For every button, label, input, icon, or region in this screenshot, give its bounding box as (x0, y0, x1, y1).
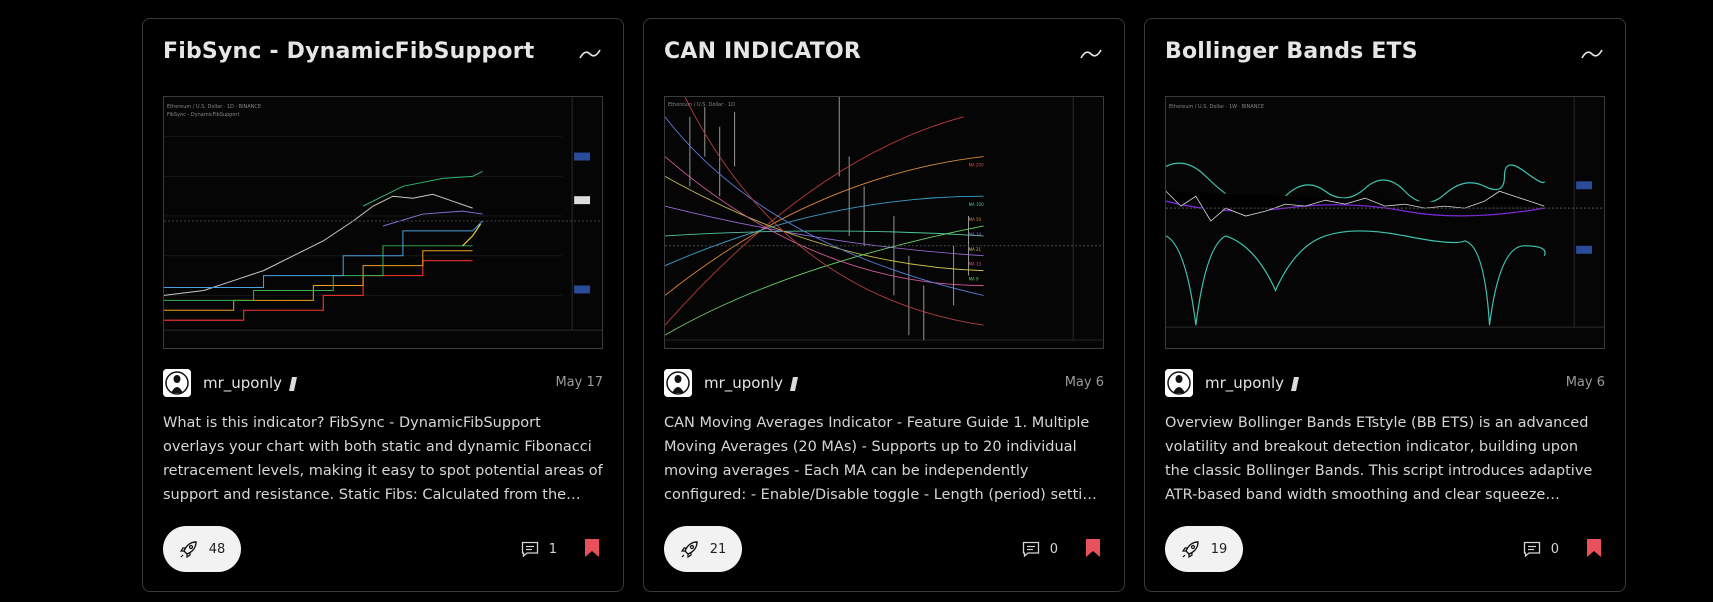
comment-count: 0 (1049, 542, 1058, 557)
card-description[interactable]: CAN Moving Averages Indicator - Feature … (664, 411, 1104, 507)
author-name[interactable]: mr_uponly (704, 374, 783, 392)
comment-icon (1523, 541, 1540, 558)
svg-text:Ethereum / U.S. Dollar · 1W ·: Ethereum / U.S. Dollar · 1W · BINANCE (1169, 104, 1264, 110)
script-card[interactable]: Bollinger Bands ETS Ethereum / U.S. Doll… (1144, 18, 1626, 592)
svg-text:MA 13: MA 13 (969, 262, 982, 267)
author-row: mr_uponly May 6 (664, 369, 1104, 399)
script-cards-row: FibSync - DynamicFibSupport Ethereum / U… (142, 18, 1626, 592)
rocket-icon (1181, 541, 1199, 559)
trend-icon[interactable] (579, 47, 601, 61)
bb-chart-preview: Ethereum / U.S. Dollar · 1W · BINANCE (1166, 97, 1604, 348)
comment-icon (1022, 541, 1039, 558)
avatar[interactable] (163, 369, 191, 397)
pencil-icon (289, 377, 297, 391)
script-card[interactable]: FibSync - DynamicFibSupport Ethereum / U… (142, 18, 624, 592)
comment-count: 1 (548, 542, 557, 557)
pencil-icon (1291, 377, 1299, 391)
ma-chart-preview: Ethereum / U.S. Dollar · 1D MA 200MA 100… (665, 97, 1103, 348)
rocket-icon (680, 541, 698, 559)
boost-button[interactable]: 21 (664, 526, 742, 572)
card-title[interactable]: Bollinger Bands ETS (1165, 39, 1418, 64)
author-name[interactable]: mr_uponly (203, 374, 282, 392)
pencil-icon (790, 377, 798, 391)
author-row: mr_uponly May 17 (163, 369, 603, 399)
comments-button[interactable]: 1 (521, 541, 557, 558)
svg-text:MA 200: MA 200 (969, 162, 984, 167)
card-description[interactable]: Overview Bollinger Bands ETstyle (BB ETS… (1165, 411, 1605, 507)
bookmark-icon[interactable] (1587, 539, 1601, 557)
svg-text:MA 100: MA 100 (969, 202, 984, 207)
boost-count: 48 (208, 541, 226, 557)
svg-text:MA 50: MA 50 (969, 217, 982, 222)
svg-text:MA 21: MA 21 (969, 247, 982, 252)
fib-chart-preview: Ethereum / U.S. Dollar · 1D · BINANCE Fi… (164, 97, 602, 348)
svg-text:MA 34: MA 34 (969, 232, 982, 237)
script-card[interactable]: CAN INDICATOR Ethereum / U.S. Dollar · 1… (643, 18, 1125, 592)
boost-button[interactable]: 48 (163, 526, 241, 572)
boost-count: 19 (1210, 541, 1228, 557)
svg-text:Ethereum / U.S. Dollar · 1D: Ethereum / U.S. Dollar · 1D (668, 102, 735, 108)
trend-icon[interactable] (1581, 47, 1603, 61)
card-title[interactable]: CAN INDICATOR (664, 39, 861, 64)
boost-count: 21 (709, 541, 727, 557)
boost-button[interactable]: 19 (1165, 526, 1243, 572)
svg-text:FibSync - DynamicFibSupport: FibSync - DynamicFibSupport (167, 112, 239, 118)
comments-button[interactable]: 0 (1523, 541, 1559, 558)
card-title[interactable]: FibSync - DynamicFibSupport (163, 39, 534, 64)
comment-count: 0 (1550, 542, 1559, 557)
chart-thumbnail[interactable]: Ethereum / U.S. Dollar · 1D MA 200 MA 10… (664, 96, 1104, 349)
svg-text:Ethereum / U.S. Dollar · 1D ·: Ethereum / U.S. Dollar · 1D · BINANCE (167, 104, 261, 110)
publish-date: May 6 (1064, 375, 1104, 390)
avatar[interactable] (664, 369, 692, 397)
comment-icon (521, 541, 538, 558)
rocket-icon (179, 541, 197, 559)
card-description[interactable]: What is this indicator? FibSync - Dynami… (163, 411, 603, 507)
trend-icon[interactable] (1080, 47, 1102, 61)
comments-button[interactable]: 0 (1022, 541, 1058, 558)
publish-date: May 6 (1565, 375, 1605, 390)
svg-text:MA 9: MA 9 (969, 277, 979, 282)
author-name[interactable]: mr_uponly (1205, 374, 1284, 392)
avatar[interactable] (1165, 369, 1193, 397)
publish-date: May 17 (555, 375, 603, 390)
chart-thumbnail[interactable]: Ethereum / U.S. Dollar · 1W · BINANCE (1165, 96, 1605, 349)
bookmark-icon[interactable] (585, 539, 599, 557)
bookmark-icon[interactable] (1086, 539, 1100, 557)
author-row: mr_uponly May 6 (1165, 369, 1605, 399)
chart-thumbnail[interactable]: Ethereum / U.S. Dollar · 1D · BINANCE Fi… (163, 96, 603, 349)
